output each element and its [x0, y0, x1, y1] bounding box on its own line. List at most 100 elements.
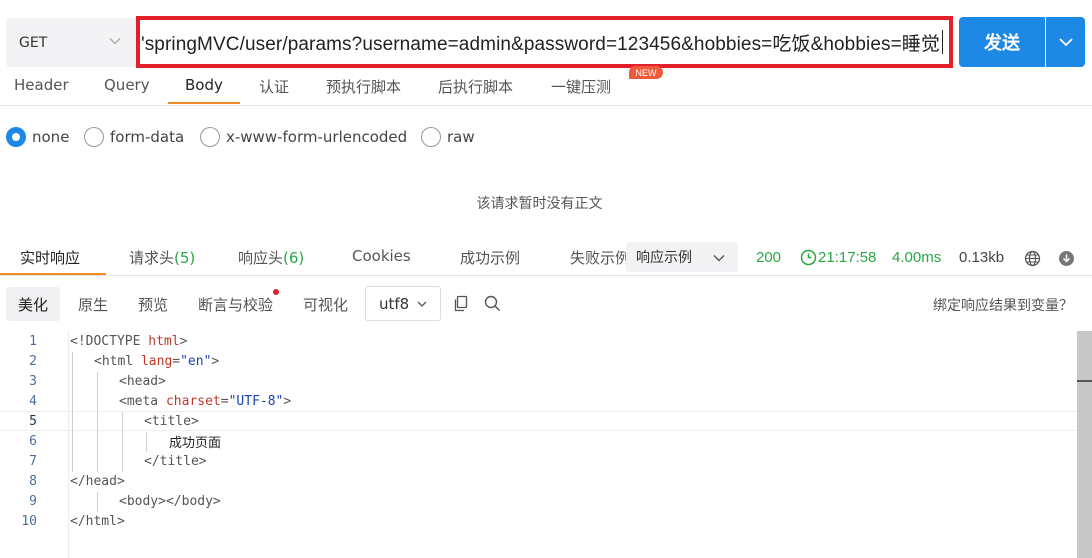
new-badge: NEW	[629, 66, 663, 79]
tab-live-response[interactable]: 实时响应	[20, 247, 80, 268]
radio-x-www-form-urlencoded[interactable]: x-www-form-urlencoded	[200, 127, 407, 147]
send-options-button[interactable]	[1046, 17, 1085, 67]
code-text: <head>	[119, 373, 166, 389]
indent-guide	[146, 432, 147, 452]
radio-dot	[84, 127, 104, 147]
tab-pre-script[interactable]: 预执行脚本	[326, 76, 401, 97]
code-line: 10 </html>	[0, 511, 1078, 531]
tab-load-test[interactable]: 一键压测	[551, 76, 611, 97]
code-line: 7 </title>	[0, 451, 1078, 471]
code-text: </title>	[144, 453, 207, 469]
indent-guide	[97, 492, 98, 512]
radio-dot	[421, 127, 441, 147]
response-headers-count: (6)	[283, 249, 305, 267]
radio-label: none	[32, 128, 70, 146]
tab-raw[interactable]: 原生	[78, 287, 108, 321]
request-tabs: Header Query Body 认证 预执行脚本 后执行脚本 一键压测	[0, 70, 1092, 106]
response-duration: 4.00ms	[892, 249, 942, 266]
method-select[interactable]: GET	[6, 18, 136, 67]
response-code-view[interactable]: 1 <!DOCTYPE html> 2 <html lang="en"> 3 <…	[0, 330, 1092, 558]
line-number: 7	[29, 453, 37, 469]
tab-query[interactable]: Query	[104, 76, 150, 94]
clock-icon	[800, 249, 817, 266]
line-number: 4	[29, 393, 37, 409]
tab-response-headers[interactable]: 响应头(6)	[238, 247, 304, 268]
tab-request-headers[interactable]: 请求头(5)	[129, 247, 195, 268]
code-text: <!DOCTYPE html>	[70, 333, 188, 349]
code-line: 8 </head>	[0, 471, 1078, 491]
globe-icon[interactable]	[1024, 250, 1041, 267]
line-number: 8	[29, 473, 37, 489]
example-select-label: 响应示例	[636, 250, 692, 266]
indent-guide	[122, 412, 123, 472]
line-number: 6	[29, 433, 37, 449]
line-number: 10	[21, 513, 37, 529]
code-text: </html>	[70, 513, 125, 529]
notification-dot	[273, 289, 279, 295]
radio-raw[interactable]: raw	[421, 127, 475, 147]
chevron-down-icon	[109, 38, 121, 45]
code-text: 成功页面	[169, 435, 222, 451]
send-label: 发送	[984, 33, 1020, 54]
indent-guide	[97, 372, 98, 472]
line-number: 1	[29, 333, 37, 349]
encoding-label: utf8	[379, 294, 410, 313]
code-text: <html lang="en">	[94, 353, 220, 369]
response-size: 0.13kb	[959, 249, 1005, 266]
line-number: 9	[29, 493, 37, 509]
code-line: 3 <head>	[0, 371, 1078, 391]
status-code: 200	[756, 249, 782, 266]
send-button[interactable]: 发送	[959, 17, 1045, 67]
bind-response-variable-link[interactable]: 绑定响应结果到变量？	[933, 295, 1073, 315]
indent-guide	[72, 352, 73, 472]
radio-label: x-www-form-urlencoded	[226, 128, 408, 146]
search-icon[interactable]	[484, 295, 501, 312]
radio-form-data[interactable]: form-data	[84, 127, 184, 147]
code-line: 2 <html lang="en">	[0, 351, 1078, 371]
request-headers-count: (5)	[174, 249, 196, 267]
code-line: 4 <meta charset="UTF-8">	[0, 391, 1078, 411]
encoding-select[interactable]: utf8	[365, 286, 441, 321]
tab-post-script[interactable]: 后执行脚本	[438, 76, 513, 97]
chevron-down-icon	[713, 255, 725, 262]
line-number: 5	[29, 413, 37, 429]
active-tab-indicator	[0, 273, 106, 275]
tab-auth[interactable]: 认证	[259, 76, 289, 97]
radio-dot	[200, 127, 220, 147]
radio-label: raw	[447, 128, 475, 146]
tab-visualize[interactable]: 可视化	[303, 287, 348, 321]
code-line: 1 <!DOCTYPE html>	[0, 331, 1078, 351]
empty-body-message: 该请求暂时没有正文	[476, 196, 603, 212]
tab-assertions[interactable]: 断言与校验	[198, 287, 273, 321]
chevron-down-icon	[417, 301, 427, 307]
vertical-scrollbar[interactable]	[1077, 331, 1092, 558]
code-text: <body></body>	[119, 493, 221, 509]
response-example-select[interactable]: 响应示例	[626, 242, 738, 272]
text-caret	[942, 30, 943, 54]
code-line-current: 5 <title>	[0, 411, 1078, 431]
tab-pretty[interactable]: 美化	[6, 287, 61, 321]
radio-label: form-data	[110, 128, 185, 146]
code-text: <title>	[144, 413, 199, 429]
code-line: 6 成功页面	[0, 431, 1078, 451]
active-tab-indicator	[168, 102, 240, 104]
url-input[interactable]: 'springMVC/user/params?username=admin&pa…	[136, 16, 953, 68]
response-time: 21:17:58	[818, 249, 877, 266]
code-text: <meta charset="UTF-8">	[119, 393, 292, 409]
method-label: GET	[19, 34, 48, 51]
line-number: 2	[29, 353, 37, 369]
url-text: 'springMVC/user/params?username=admin&pa…	[140, 33, 940, 55]
tab-success-example[interactable]: 成功示例	[460, 247, 520, 268]
tab-cookies[interactable]: Cookies	[352, 247, 411, 265]
scrollbar-marker	[1077, 380, 1092, 382]
line-number: 3	[29, 373, 37, 389]
tab-preview[interactable]: 预览	[138, 287, 168, 321]
radio-none[interactable]: none	[6, 127, 69, 147]
download-icon[interactable]	[1058, 250, 1075, 267]
tab-body[interactable]: Body	[185, 76, 223, 94]
chevron-down-icon	[1058, 38, 1073, 47]
radio-dot	[6, 127, 26, 147]
tab-header[interactable]: Header	[14, 76, 69, 94]
tab-fail-example[interactable]: 失败示例	[570, 247, 626, 268]
copy-icon[interactable]	[453, 295, 470, 312]
